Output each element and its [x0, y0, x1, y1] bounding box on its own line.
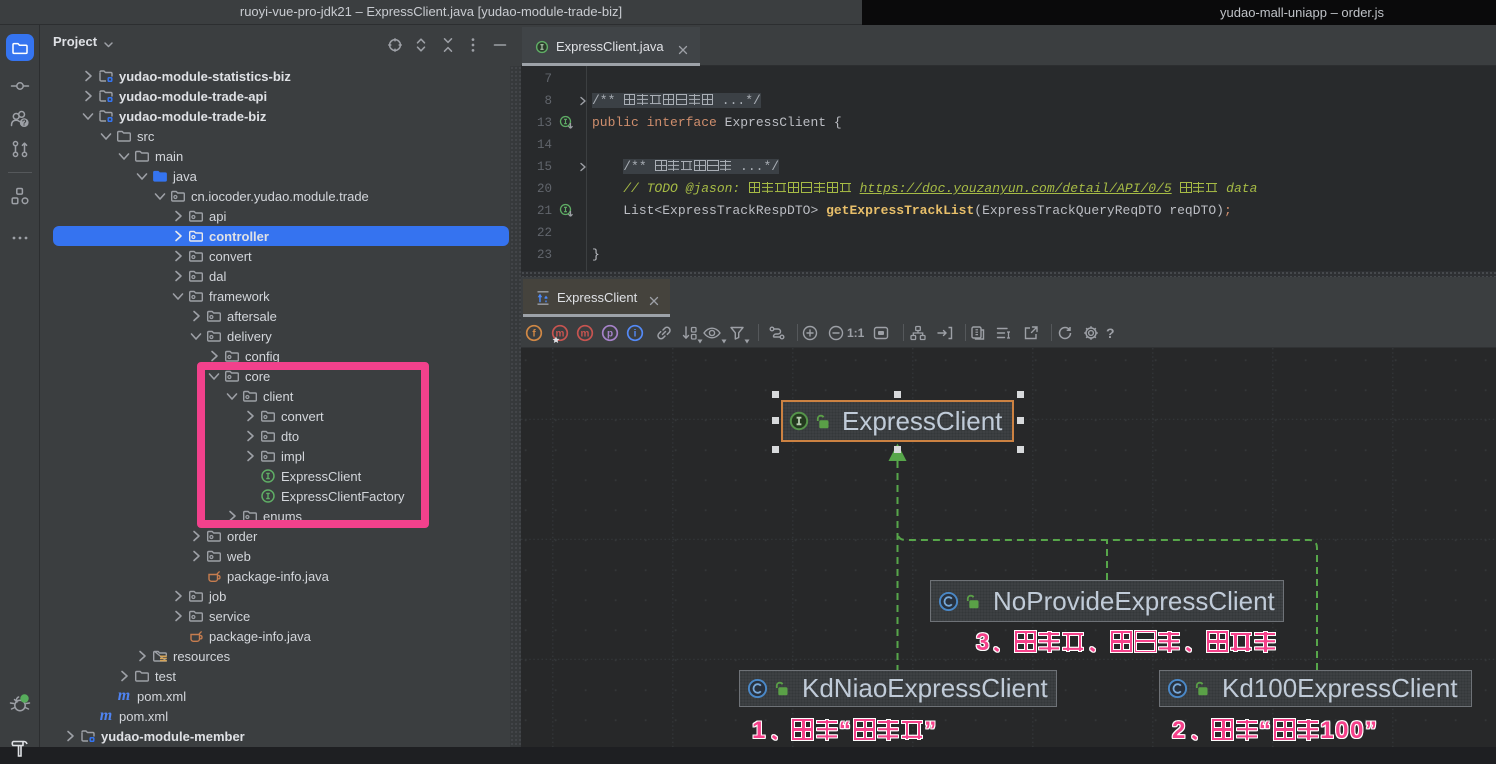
- svg-text:p: p: [607, 329, 613, 340]
- svg-text:i: i: [634, 329, 637, 340]
- svg-text:?: ?: [22, 118, 27, 127]
- svg-text:m: m: [581, 329, 590, 340]
- svg-text:f: f: [532, 329, 536, 340]
